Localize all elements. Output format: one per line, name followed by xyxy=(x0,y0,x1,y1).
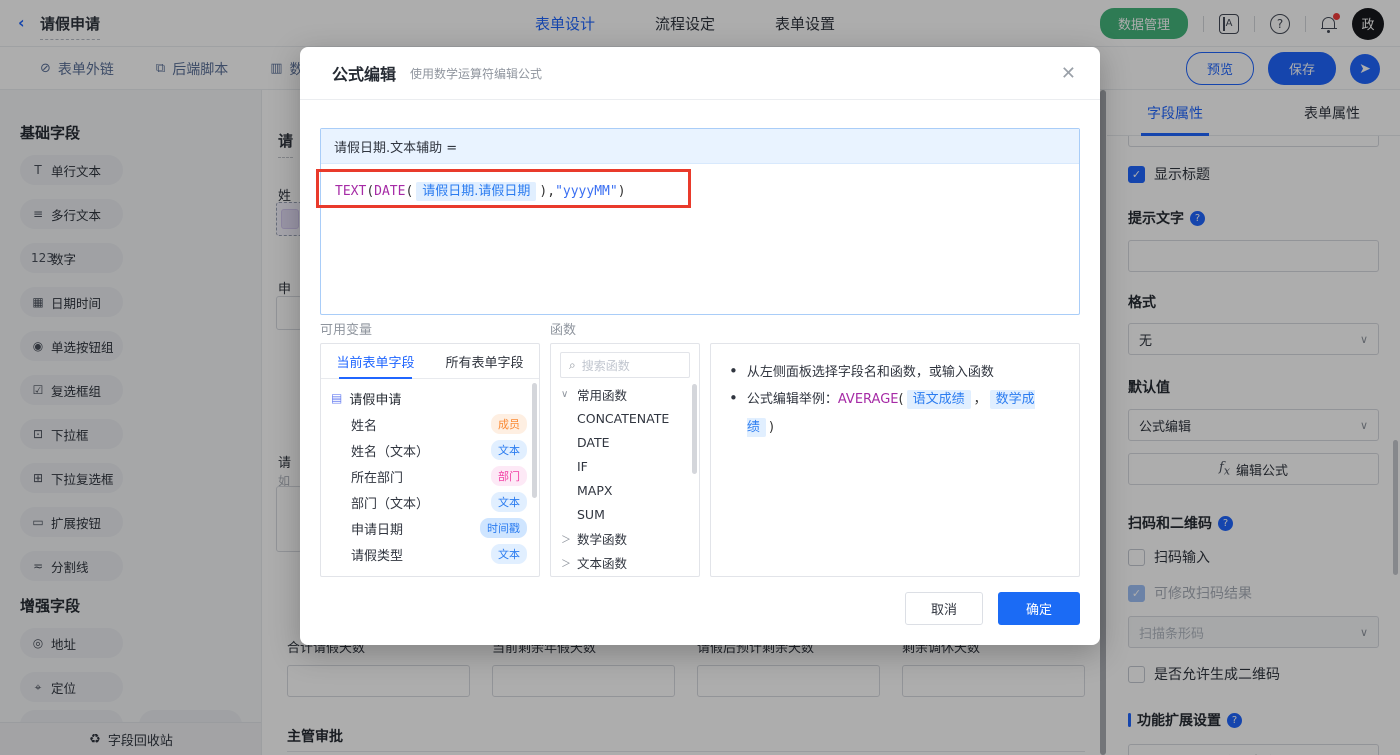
bullet-icon: • xyxy=(729,362,738,380)
functions-section-label: 函数 xyxy=(550,323,577,338)
modal-footer: 取消 确定 xyxy=(905,592,1080,625)
variable-row[interactable]: 姓名（文本） 文本 xyxy=(321,437,539,463)
tip-line-2: • 公式编辑举例：AVERAGE(语文成绩，数学成绩) xyxy=(729,386,1061,441)
modal-header: 公式编辑 使用数学运算符编辑公式 ✕ xyxy=(300,47,1100,100)
formula-token: "yyyyMM" xyxy=(555,184,618,199)
field-chip[interactable]: 请假日期.请假日期 xyxy=(416,182,537,201)
tab-current-form-fields[interactable]: 当前表单字段 xyxy=(321,344,430,379)
tip-line-1: • 从左侧面板选择字段名和函数，或输入函数 xyxy=(729,362,994,381)
formula-token: ), xyxy=(539,184,556,199)
function-group-文本函数[interactable]: ＞ 文本函数 xyxy=(551,550,699,574)
tips-panel: • 从左侧面板选择字段名和函数，或输入函数 • 公式编辑举例：AVERAGE(语… xyxy=(710,343,1080,577)
function-item-DATE[interactable]: DATE xyxy=(551,430,699,454)
cancel-button[interactable]: 取消 xyxy=(905,592,983,625)
variable-type-badge: 文本 xyxy=(491,492,527,512)
variable-name: 申请日期 xyxy=(351,522,404,538)
formula-token: TEXT xyxy=(335,184,367,199)
formula-token: DATE xyxy=(374,184,406,199)
function-group-label: 常用函数 xyxy=(577,387,628,403)
variables-tabs: 当前表单字段 所有表单字段 xyxy=(321,344,539,379)
function-item-IF[interactable]: IF xyxy=(551,454,699,478)
vars-section-label: 可用变量 xyxy=(320,323,373,338)
modal-subtitle: 使用数学运算符编辑公式 xyxy=(410,66,543,81)
formula-token: ) xyxy=(768,419,774,435)
app: ‹ 请假申请 表单设计 流程设定 表单设置 数据管理 A ? 政 ⊘ 表单外链 ⧉ 后端脚… xyxy=(0,0,1400,755)
form-root-node[interactable]: ▤ 请假申请 xyxy=(321,385,539,411)
formula-token: AVERAGE xyxy=(837,392,899,408)
caret-right-icon: ＞ xyxy=(561,534,571,546)
variable-name: 所在部门 xyxy=(351,470,404,486)
modal-title: 公式编辑 xyxy=(332,65,397,84)
function-group-常用函数[interactable]: ∨ 常用函数 xyxy=(551,382,699,406)
caret-down-icon: ∨ xyxy=(561,388,569,400)
functions-scrollbar[interactable] xyxy=(692,384,697,474)
caret-right-icon: ＞ xyxy=(561,558,571,570)
variable-row[interactable]: 部门（文本） 文本 xyxy=(321,489,539,515)
field-chip[interactable]: 语文成绩 xyxy=(906,390,971,410)
formula-token: ， xyxy=(973,392,987,408)
search-icon: ⌕ xyxy=(569,357,576,372)
functions-panel: ⌕ 搜索函数 ∨ 常用函数 CONCATENATE DATE IF MAPX SUM ＞ 数学函… xyxy=(550,343,700,577)
variable-row[interactable]: 申请日期 时间戳 xyxy=(321,515,539,541)
variables-list: ▤ 请假申请 姓名 成员 姓名（文本） 文本 所在部门 部门 部门（文本） 文本 申请日期 时间戳… xyxy=(321,379,539,573)
form-doc-icon: ▤ xyxy=(331,391,343,405)
variable-row[interactable]: 所在部门 部门 xyxy=(321,463,539,489)
variables-panel: 当前表单字段 所有表单字段 ▤ 请假申请 姓名 成员 姓名（文本） 文本 所在部门 部门部… xyxy=(320,343,540,577)
formula-input-area[interactable]: TEXT(DATE(请假日期.请假日期),"yyyyMM") xyxy=(321,164,1079,215)
function-item-SUM[interactable]: SUM xyxy=(551,502,699,526)
close-icon[interactable]: ✕ xyxy=(1061,63,1076,84)
function-group-label: 数学函数 xyxy=(577,531,628,547)
formula-token: ) xyxy=(617,184,626,199)
confirm-button[interactable]: 确定 xyxy=(998,592,1080,625)
formula-editor: 请假日期.文本辅助 = TEXT(DATE(请假日期.请假日期),"yyyyMM… xyxy=(320,128,1080,315)
formula-token: ( xyxy=(366,184,375,199)
functions-list: ∨ 常用函数 CONCATENATE DATE IF MAPX SUM ＞ 数学函数 ＞ 文本函数 xyxy=(551,382,699,574)
variable-type-badge: 部门 xyxy=(491,466,527,486)
variable-type-badge: 文本 xyxy=(491,544,527,564)
variable-name: 请假类型 xyxy=(351,548,404,564)
bullet-icon: • xyxy=(729,389,738,408)
search-placeholder: 搜索函数 xyxy=(581,358,630,373)
tab-all-form-fields[interactable]: 所有表单字段 xyxy=(430,344,539,378)
formula-token: 公式编辑举例： xyxy=(746,392,838,408)
function-group-label: 文本函数 xyxy=(577,555,628,571)
variables-scrollbar[interactable] xyxy=(532,383,537,498)
variable-type-badge: 成员 xyxy=(491,414,527,434)
function-group-数学函数[interactable]: ＞ 数学函数 xyxy=(551,526,699,550)
formula-token: ( xyxy=(405,184,414,199)
variable-name: 部门（文本） xyxy=(351,496,430,512)
function-item-CONCATENATE[interactable]: CONCATENATE xyxy=(551,406,699,430)
variable-name: 姓名 xyxy=(351,418,378,434)
function-search-input[interactable]: ⌕ 搜索函数 xyxy=(560,352,690,378)
formula-target-line: 请假日期.文本辅助 = xyxy=(321,129,1079,164)
formula-expression: TEXT(DATE(请假日期.请假日期),"yyyyMM") xyxy=(335,182,626,201)
variable-row[interactable]: 请假类型 文本 xyxy=(321,541,539,567)
variable-type-badge: 时间戳 xyxy=(480,518,527,538)
formula-edit-modal: 公式编辑 使用数学运算符编辑公式 ✕ 请假日期.文本辅助 = TEXT(DATE… xyxy=(300,47,1100,645)
variable-row[interactable]: 姓名 成员 xyxy=(321,411,539,437)
variable-type-badge: 文本 xyxy=(491,440,527,460)
variable-name: 姓名（文本） xyxy=(351,444,430,460)
formula-token: ( xyxy=(898,392,904,408)
function-item-MAPX[interactable]: MAPX xyxy=(551,478,699,502)
